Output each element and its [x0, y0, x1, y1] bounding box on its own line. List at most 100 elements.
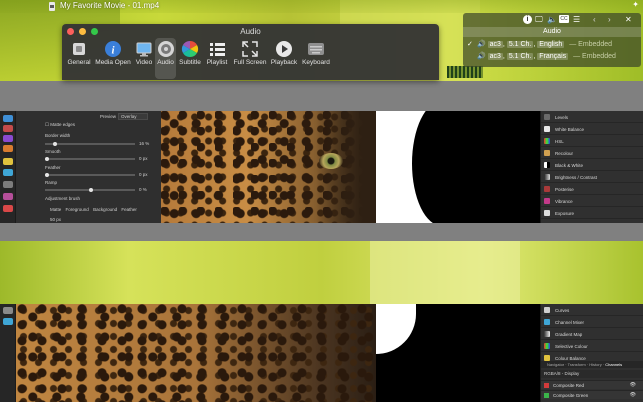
selection-mask-preview	[376, 304, 540, 402]
photo-editor-strip-bottom: Curves Channel Mixer Gradient Map Select…	[0, 304, 643, 402]
tab-transform[interactable]: Transform	[568, 362, 586, 367]
border-width-slider[interactable]	[45, 141, 135, 146]
eraser-tool-icon[interactable]	[3, 145, 13, 152]
brush-size-field[interactable]: 50 px	[50, 217, 61, 222]
tab-history[interactable]: History	[589, 362, 601, 367]
color-wheel-icon	[181, 40, 199, 58]
list-icon	[210, 43, 225, 56]
tab-playlist[interactable]: Playlist	[203, 38, 231, 79]
brush-tool-icon[interactable]	[3, 125, 13, 132]
window-title: My Favorite Movie - 01.mp4	[60, 1, 160, 10]
zoom-tool-icon[interactable]	[3, 318, 13, 325]
channel-row[interactable]: Composite Red 👁	[541, 380, 643, 389]
adjustment-item[interactable]: Vibrance	[541, 195, 643, 207]
hand-tool-icon[interactable]	[3, 307, 13, 314]
adjustment-item[interactable]: HSL	[541, 135, 643, 147]
adjustment-item[interactable]: Gradient Map	[541, 328, 643, 340]
tab-audio[interactable]: Audio	[155, 38, 176, 79]
audio-track-item[interactable]: ✓ 🔊 ac3, 5.1 Ch., English — Embedded	[467, 40, 612, 52]
brush-tab-matte[interactable]: Matte	[50, 207, 61, 212]
preview-dropdown[interactable]: Overlay	[118, 113, 148, 120]
chevron-left-icon[interactable]: ‹	[593, 15, 596, 24]
adjustment-item[interactable]: Selective Colour	[541, 340, 643, 352]
paint-tool-icon[interactable]	[3, 193, 13, 200]
exposure-icon	[544, 210, 550, 216]
curves-icon	[544, 307, 550, 313]
letterbox-band	[0, 223, 643, 241]
video-file-icon	[49, 2, 55, 11]
subtitle-icon[interactable]: CC	[559, 15, 569, 23]
audio-track-item[interactable]: 🔊 ac3, 5.1 Ch., Français — Embedded	[467, 52, 616, 64]
channel-row[interactable]: Composite Green 👁	[541, 390, 643, 399]
info-icon: i	[105, 41, 121, 57]
recolour-icon	[544, 150, 550, 156]
speaker-icon[interactable]: 🔈	[547, 15, 557, 24]
brush-tab-background[interactable]: Background	[93, 207, 117, 212]
tab-full-screen[interactable]: Full Screen	[231, 38, 269, 79]
slider-knob[interactable]	[89, 187, 93, 192]
adjustment-item[interactable]: Exposure	[541, 207, 643, 219]
track-channels: 5.1 Ch.	[506, 53, 534, 60]
smooth-slider[interactable]	[45, 156, 135, 161]
track-note: — Embedded	[569, 41, 613, 48]
monitor-icon[interactable]: 🖵	[535, 15, 543, 24]
adjustment-item[interactable]: Levels	[541, 111, 643, 123]
smooth-label: Smooth	[45, 149, 61, 154]
channel-name: Composite Red	[553, 383, 585, 388]
leopard-photo	[161, 111, 376, 223]
adjustment-item[interactable]: White Balance	[541, 123, 643, 135]
brush-tab-foreground[interactable]: Foreground	[66, 207, 89, 212]
monitor-icon	[136, 42, 152, 57]
eye-icon[interactable]: 👁	[630, 392, 636, 398]
pin-icon[interactable]: ✦	[632, 0, 639, 9]
pencil-tool-icon[interactable]	[3, 158, 13, 165]
info-icon[interactable]: i	[523, 15, 532, 24]
eye-icon[interactable]: 👁	[630, 382, 636, 388]
refine-tool-icon[interactable]	[3, 135, 13, 142]
ramp-slider[interactable]	[45, 187, 135, 192]
selection-tool-icon[interactable]	[3, 115, 13, 122]
brush-tab-feather[interactable]: Feather	[121, 207, 137, 212]
slider-knob[interactable]	[53, 141, 57, 146]
chevron-right-icon[interactable]: ›	[608, 15, 611, 24]
tab-general[interactable]: General	[65, 38, 93, 79]
tools-panel	[0, 304, 16, 402]
vibrance-icon	[544, 198, 550, 204]
play-icon	[276, 41, 292, 57]
gradient-map-icon	[544, 331, 550, 337]
tab-keyboard[interactable]: Keyboard	[300, 38, 332, 79]
color-tool-icon[interactable]	[3, 205, 13, 212]
tab-video[interactable]: Video	[133, 38, 155, 79]
red-swatch	[544, 383, 549, 388]
zoom-tool-icon[interactable]	[3, 169, 13, 176]
adjustment-item[interactable]: Curves	[541, 304, 643, 316]
adjustment-item[interactable]: Black & White	[541, 159, 643, 171]
speaker-icon	[157, 41, 174, 57]
matte-edges-checkbox[interactable]: ☐ Matte edges	[45, 122, 75, 128]
adjustments-panel: Curves Channel Mixer Gradient Map Select…	[540, 304, 643, 402]
levels-icon	[544, 114, 550, 120]
tab-media-open[interactable]: i Media Open	[93, 38, 133, 79]
list-icon[interactable]: ☰	[573, 15, 580, 24]
border-width-value: 16 %	[139, 141, 150, 146]
feather-slider[interactable]	[45, 172, 135, 177]
panel-tabs: Navigator · Transform · History · Channe…	[541, 361, 643, 368]
tab-subtitle[interactable]: Subtitle	[177, 38, 203, 79]
adjustment-item[interactable]: Recolour	[541, 147, 643, 159]
slider-knob[interactable]	[45, 172, 49, 177]
close-icon[interactable]: ✕	[625, 15, 632, 24]
tab-playback[interactable]: Playback	[269, 38, 299, 79]
adjustment-item[interactable]: Brightness / Contrast	[541, 171, 643, 183]
refine-selection-panel: Preview Overlay ☐ Matte edges Border wid…	[16, 111, 161, 223]
adjustment-item[interactable]: Posterise	[541, 183, 643, 195]
adjustment-item[interactable]: Channel Mixer	[541, 316, 643, 328]
tools-panel	[0, 111, 16, 223]
selection-mask-preview	[376, 111, 540, 223]
slider-knob[interactable]	[45, 156, 49, 161]
border-width-label: Border width	[45, 133, 71, 138]
crop-tool-icon[interactable]	[3, 181, 13, 188]
track-channels: 5.1 Ch.	[506, 41, 534, 48]
preferences-title: Audio	[240, 27, 261, 36]
tab-channels[interactable]: Channels	[605, 362, 622, 367]
tab-navigator[interactable]: Navigator	[547, 362, 564, 367]
